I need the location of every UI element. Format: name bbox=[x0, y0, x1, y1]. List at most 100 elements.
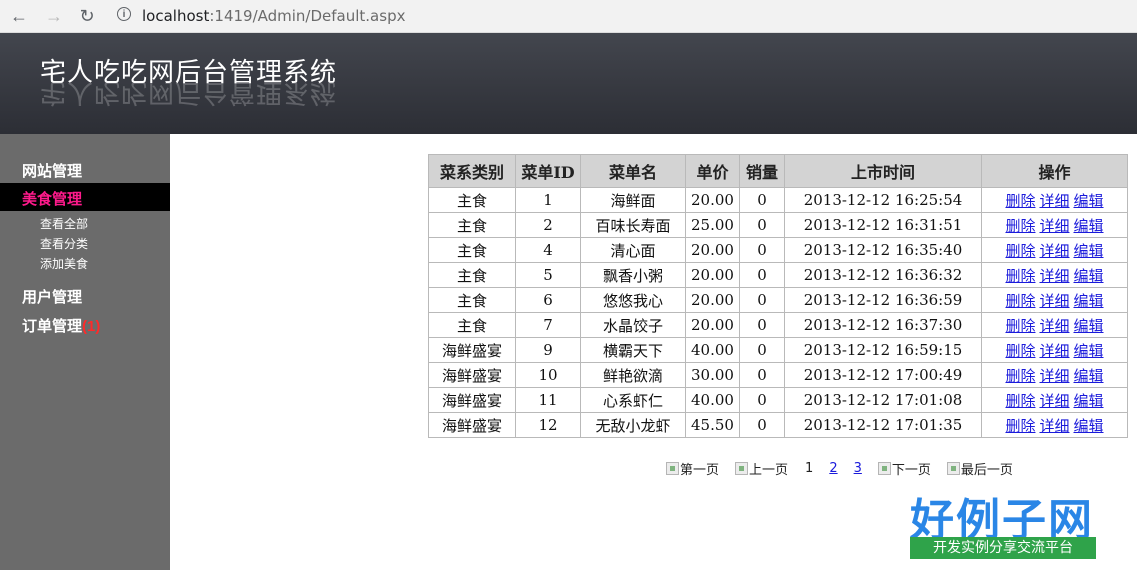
edit-link[interactable]: 编辑 bbox=[1074, 192, 1104, 210]
edit-link[interactable]: 编辑 bbox=[1074, 217, 1104, 235]
sidebar-subitem-view-category[interactable]: 查看分类 bbox=[40, 235, 88, 252]
cell-name: 清心面 bbox=[580, 237, 686, 263]
address-bar[interactable]: localhost:1419/Admin/Default.aspx bbox=[142, 7, 405, 25]
cell-price: 30.00 bbox=[685, 362, 740, 388]
edit-link[interactable]: 编辑 bbox=[1074, 292, 1104, 310]
detail-link[interactable]: 详细 bbox=[1039, 417, 1069, 435]
detail-link[interactable]: 详细 bbox=[1039, 342, 1069, 360]
cell-sales: 0 bbox=[739, 262, 785, 288]
delete-link[interactable]: 删除 bbox=[1005, 342, 1035, 360]
cell-category: 海鲜盛宴 bbox=[428, 387, 516, 413]
cell-name: 无敌小龙虾 bbox=[580, 412, 686, 438]
cell-actions: 删除 详细 编辑 bbox=[981, 262, 1128, 288]
cell-actions: 删除 详细 编辑 bbox=[981, 362, 1128, 388]
cell-actions: 删除 详细 编辑 bbox=[981, 237, 1128, 263]
edit-link[interactable]: 编辑 bbox=[1074, 317, 1104, 335]
delete-link[interactable]: 删除 bbox=[1005, 292, 1035, 310]
info-icon[interactable]: i bbox=[117, 7, 131, 21]
edit-link[interactable]: 编辑 bbox=[1074, 267, 1104, 285]
cell-name: 百味长寿面 bbox=[580, 212, 686, 238]
cell-id: 9 bbox=[515, 337, 581, 363]
detail-link[interactable]: 详细 bbox=[1039, 242, 1069, 260]
cell-price: 40.00 bbox=[685, 337, 740, 363]
table-row: 主食 4 清心面 20.00 0 2013-12-12 16:35:40 删除 详细 编辑 bbox=[428, 237, 1128, 263]
sidebar-item-site-management[interactable]: 网站管理 bbox=[22, 160, 82, 181]
pager-page-3[interactable]: 3 bbox=[854, 461, 862, 476]
table-row: 海鲜盛宴 10 鲜艳欲滴 30.00 0 2013-12-12 17:00:49 删除 详细编… bbox=[428, 362, 1128, 388]
cell-launch-time: 2013-12-12 16:36:32 bbox=[784, 262, 982, 288]
cell-launch-time: 2013-12-12 16:36:59 bbox=[784, 287, 982, 313]
edit-link[interactable]: 编辑 bbox=[1074, 242, 1104, 260]
sidebar-item-food-management[interactable]: 美食管理 bbox=[22, 188, 82, 209]
detail-link[interactable]: 详细 bbox=[1039, 192, 1069, 210]
cell-sales: 0 bbox=[739, 412, 785, 438]
cell-id: 12 bbox=[515, 412, 581, 438]
pager-first-button[interactable]: 第一页 bbox=[666, 459, 719, 478]
site-title-reflection: 宅人吃吃网后台管理系统 bbox=[40, 83, 338, 107]
cell-price: 25.00 bbox=[685, 212, 740, 238]
delete-link[interactable]: 删除 bbox=[1005, 417, 1035, 435]
delete-link[interactable]: 删除 bbox=[1005, 217, 1035, 235]
reload-icon[interactable]: ↻ bbox=[76, 5, 98, 27]
pager-page-current: 1 bbox=[805, 461, 814, 476]
sidebar-subitem-add-food[interactable]: 添加美食 bbox=[40, 255, 88, 272]
cell-sales: 0 bbox=[739, 312, 785, 338]
cell-sales: 0 bbox=[739, 362, 785, 388]
cell-sales: 0 bbox=[739, 387, 785, 413]
edit-link[interactable]: 编辑 bbox=[1074, 342, 1104, 360]
sidebar-subitem-view-all[interactable]: 查看全部 bbox=[40, 215, 88, 232]
edit-link[interactable]: 编辑 bbox=[1074, 417, 1104, 435]
delete-link[interactable]: 删除 bbox=[1005, 192, 1035, 210]
table-row: 主食 2 百味长寿面 25.00 0 2013-12-12 16:31:51 删除 详细 编辑 bbox=[428, 212, 1128, 238]
pagination: 第一页 上一页 1 2 3 下一页 最后一页 bbox=[666, 459, 1013, 478]
sidebar-item-user-management[interactable]: 用户管理 bbox=[22, 286, 82, 307]
detail-link[interactable]: 详细 bbox=[1039, 292, 1069, 310]
url-path: :1419/Admin/Default.aspx bbox=[209, 7, 406, 25]
sidebar-item-order-management[interactable]: 订单管理(1) bbox=[22, 315, 100, 336]
forward-icon[interactable]: → bbox=[43, 5, 65, 27]
detail-link[interactable]: 详细 bbox=[1039, 392, 1069, 410]
detail-link[interactable]: 详细 bbox=[1039, 367, 1069, 385]
pager-last-label: 最后一页 bbox=[960, 463, 1013, 478]
pager-page-2[interactable]: 2 bbox=[829, 461, 837, 476]
delete-link[interactable]: 删除 bbox=[1005, 267, 1035, 285]
detail-link[interactable]: 详细 bbox=[1039, 267, 1069, 285]
cell-actions: 删除 详细 编辑 bbox=[981, 312, 1128, 338]
table-row: 海鲜盛宴 12 无敌小龙虾 45.50 0 2013-12-12 17:01:35 删除 详细… bbox=[428, 412, 1128, 438]
detail-link[interactable]: 详细 bbox=[1039, 217, 1069, 235]
delete-link[interactable]: 删除 bbox=[1005, 317, 1035, 335]
pager-first-label: 第一页 bbox=[680, 463, 720, 478]
cell-category: 海鲜盛宴 bbox=[428, 412, 516, 438]
column-header-actions: 操作 bbox=[981, 154, 1128, 188]
table-row: 主食 7 水晶饺子 20.00 0 2013-12-12 16:37:30 删除 详细 编辑 bbox=[428, 312, 1128, 338]
cell-price: 20.00 bbox=[685, 262, 740, 288]
cell-category: 主食 bbox=[428, 187, 516, 213]
first-page-image-icon bbox=[666, 462, 679, 475]
browser-toolbar: ← → ↻ i localhost:1419/Admin/Default.asp… bbox=[0, 0, 1137, 33]
cell-price: 20.00 bbox=[685, 187, 740, 213]
table-row: 主食 1 海鲜面 20.00 0 2013-12-12 16:25:54 删除 详细 编辑 bbox=[428, 187, 1128, 213]
site-header: 宅人吃吃网后台管理系统 宅人吃吃网后台管理系统 bbox=[0, 33, 1137, 134]
cell-price: 20.00 bbox=[685, 312, 740, 338]
cell-sales: 0 bbox=[739, 237, 785, 263]
delete-link[interactable]: 删除 bbox=[1005, 392, 1035, 410]
edit-link[interactable]: 编辑 bbox=[1074, 392, 1104, 410]
pager-last-button[interactable]: 最后一页 bbox=[946, 459, 1013, 478]
delete-link[interactable]: 删除 bbox=[1005, 242, 1035, 260]
pager-prev-label: 上一页 bbox=[749, 463, 789, 478]
pager-next-button[interactable]: 下一页 bbox=[877, 459, 931, 478]
cell-price: 40.00 bbox=[685, 387, 740, 413]
cell-name: 横霸天下 bbox=[580, 337, 686, 363]
pager-prev-button[interactable]: 上一页 bbox=[735, 459, 788, 478]
cell-actions: 删除 详细 编辑 bbox=[981, 187, 1128, 213]
cell-launch-time: 2013-12-12 16:35:40 bbox=[784, 237, 982, 263]
edit-link[interactable]: 编辑 bbox=[1074, 367, 1104, 385]
back-icon[interactable]: ← bbox=[8, 5, 30, 27]
cell-id: 11 bbox=[515, 387, 581, 413]
detail-link[interactable]: 详细 bbox=[1039, 317, 1069, 335]
column-header-sales: 销量 bbox=[739, 154, 785, 188]
column-header-category: 菜系类别 bbox=[428, 154, 516, 188]
cell-launch-time: 2013-12-12 16:31:51 bbox=[784, 212, 982, 238]
column-header-price: 单价 bbox=[685, 154, 740, 188]
delete-link[interactable]: 删除 bbox=[1005, 367, 1035, 385]
